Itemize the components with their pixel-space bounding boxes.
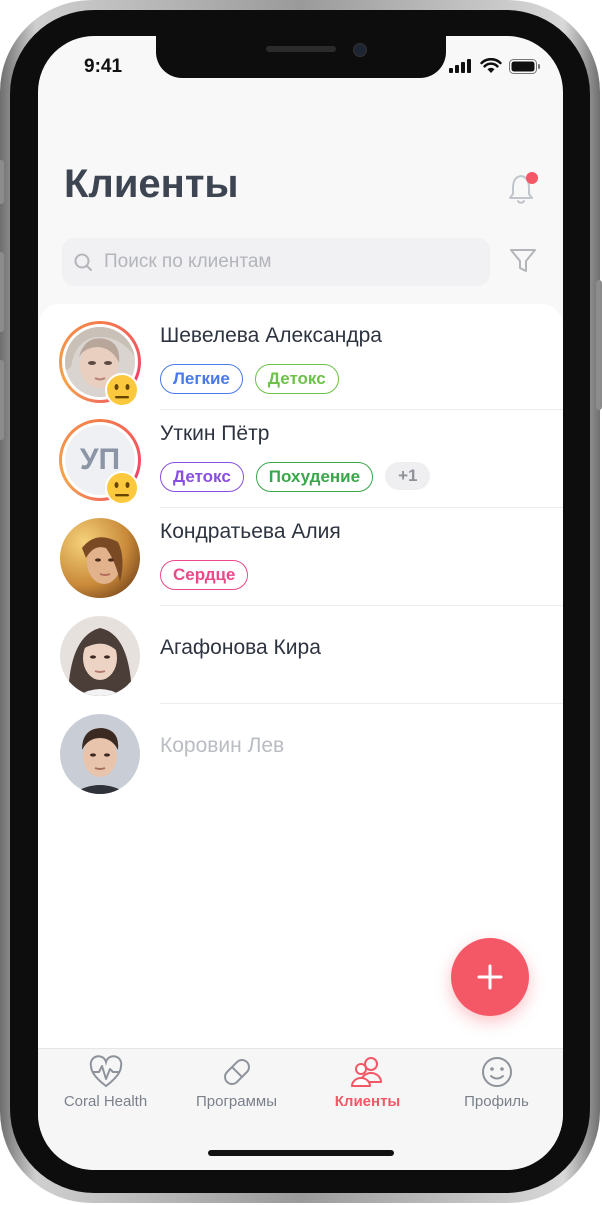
filter-icon[interactable]	[508, 246, 538, 276]
neutral-face-icon	[105, 373, 139, 407]
tab-label: Coral Health	[63, 1093, 148, 1110]
pill-icon	[223, 1059, 250, 1085]
tag[interactable]: Сердце	[160, 560, 249, 590]
neutral-face-icon	[105, 471, 139, 505]
tag[interactable]: Похудение	[255, 462, 374, 492]
avatar	[60, 714, 140, 794]
tab-clients[interactable]: Клиенты	[302, 1049, 433, 1129]
tab-label: Клиенты	[334, 1093, 401, 1110]
search-icon	[74, 253, 92, 271]
client-list: Шевелева Александра Легкие Детокс УП Утк…	[38, 304, 563, 1048]
client-photo	[60, 518, 140, 598]
list-item[interactable]: УП Уткин Пётр Детокс Похудение +1	[38, 410, 563, 508]
avatar	[60, 616, 140, 696]
status-time: 9:41	[84, 56, 123, 77]
plus-icon	[477, 964, 503, 990]
client-photo	[60, 714, 140, 794]
client-photo	[60, 616, 140, 696]
phone-frame: 9:41 Клиенты Поиск по клиентам Шевелева …	[0, 0, 602, 1203]
more-tags-badge[interactable]: +1	[385, 462, 431, 490]
list-item[interactable]: Коровин Лев	[38, 704, 563, 802]
status-icons	[449, 58, 541, 74]
list-item[interactable]: Кондратьева Алия Сердце	[38, 508, 563, 606]
client-name: Агафонова Кира	[160, 636, 321, 659]
heart-pulse-icon	[89, 1055, 122, 1088]
add-client-button[interactable]	[451, 938, 529, 1016]
list-item[interactable]: Шевелева Александра Легкие Детокс	[38, 312, 563, 410]
search-input[interactable]	[102, 250, 476, 274]
tag-list: Детокс Похудение +1	[160, 462, 431, 492]
wifi-icon	[480, 58, 502, 73]
page-title: Клиенты	[64, 162, 239, 206]
tag[interactable]: Легкие	[160, 364, 243, 394]
tag[interactable]: Детокс	[254, 364, 339, 394]
notification-button[interactable]	[506, 170, 540, 206]
notification-dot	[526, 172, 538, 184]
tab-profile[interactable]: Профиль	[431, 1049, 562, 1129]
tag[interactable]: Детокс	[160, 462, 244, 492]
tab-label: Программы	[195, 1093, 278, 1110]
home-indicator[interactable]	[208, 1150, 394, 1156]
screen: 9:41 Клиенты Поиск по клиентам Шевелева …	[38, 36, 563, 1170]
smile-icon	[481, 1057, 512, 1087]
battery-icon	[509, 58, 540, 74]
client-name: Шевелева Александра	[160, 324, 382, 347]
client-name: Кондратьева Алия	[160, 520, 341, 543]
tab-label: Профиль	[464, 1093, 529, 1110]
search-bar[interactable]	[62, 238, 490, 286]
client-name: Уткин Пётр	[160, 422, 270, 445]
list-item[interactable]: Агафонова Кира	[38, 606, 563, 704]
client-name: Коровин Лев	[160, 734, 285, 757]
tag-list: Сердце	[160, 560, 249, 590]
tag-list: Легкие Детокс	[160, 364, 339, 394]
tab-programs[interactable]: Программы	[171, 1049, 302, 1129]
users-icon	[350, 1057, 382, 1087]
notch	[156, 36, 446, 78]
tab-coral-health[interactable]: Coral Health	[40, 1049, 171, 1129]
avatar	[60, 518, 140, 598]
signal-icon	[449, 59, 471, 73]
bell-icon	[509, 172, 538, 204]
